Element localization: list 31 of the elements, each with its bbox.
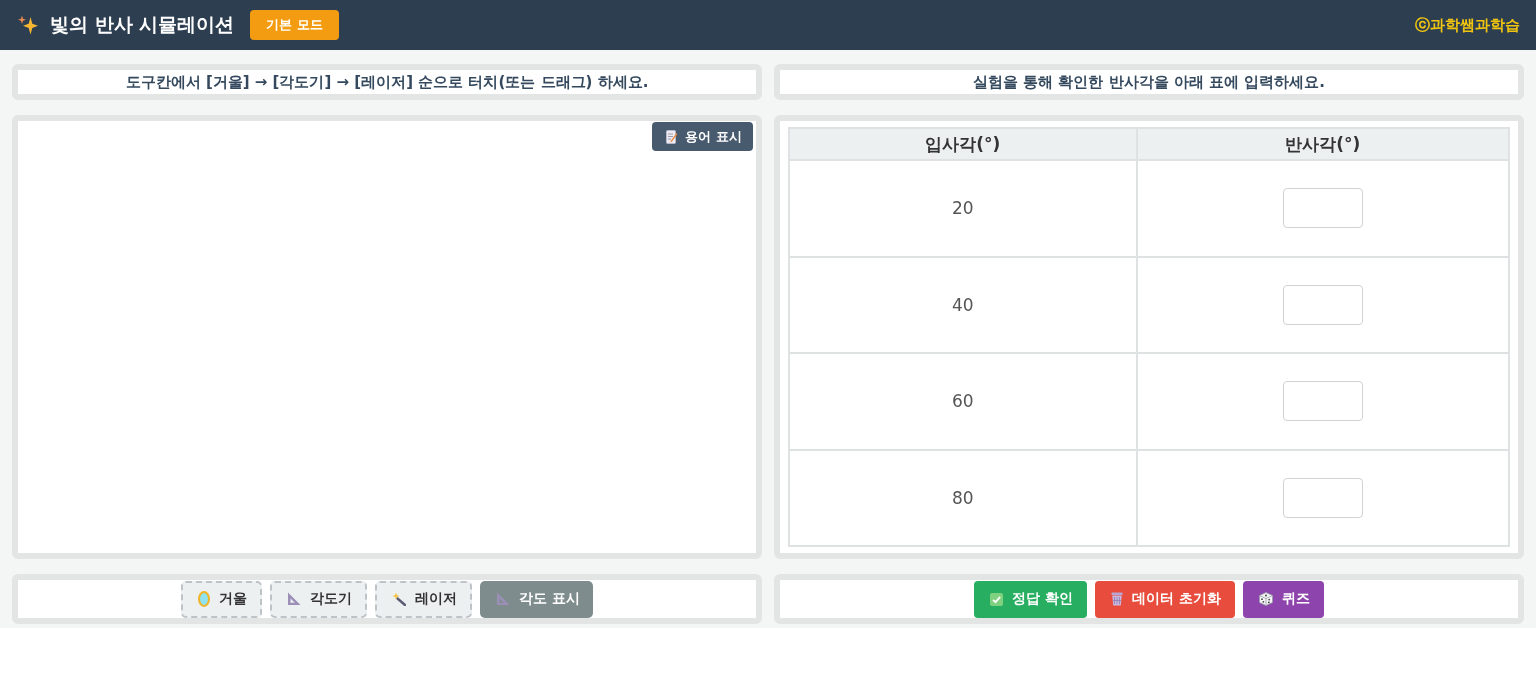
tool-button[interactable]: 각도기 bbox=[270, 580, 368, 618]
triangle-ruler-icon bbox=[287, 592, 302, 606]
action-button[interactable]: 퀴즈 bbox=[1242, 580, 1324, 618]
trash-icon bbox=[1111, 592, 1123, 606]
notepad-icon bbox=[666, 129, 679, 144]
answer-box[interactable] bbox=[1282, 381, 1363, 422]
action-button[interactable]: 데이터 초기화 bbox=[1095, 580, 1235, 618]
mirror-icon bbox=[198, 591, 211, 607]
table-cell: 40 bbox=[789, 256, 1137, 353]
table-cell: 60 bbox=[789, 353, 1137, 450]
triangle-ruler-icon bbox=[496, 592, 511, 606]
tool-button[interactable]: 거울 bbox=[181, 580, 263, 618]
angle-toggle-button[interactable]: 각도 표시 bbox=[480, 580, 593, 618]
instruction-text: 실험을 통해 확인한 반사각을 아래 표에 입력하세요. bbox=[973, 72, 1325, 92]
answer-box[interactable] bbox=[1282, 477, 1363, 518]
instruction-text: 도구칸에서 [거울] → [각도기] → [레이저] 순으로 터치(또는 드래그) 하세요. bbox=[125, 72, 649, 92]
wand-icon bbox=[392, 592, 407, 606]
table-cell: 20 bbox=[789, 160, 1137, 257]
tool-button[interactable]: 레이저 bbox=[375, 580, 473, 618]
sparkle-icon bbox=[18, 15, 38, 35]
dice-icon bbox=[1258, 592, 1273, 606]
column-header: 입사각(°) bbox=[789, 128, 1137, 160]
table-cell: 80 bbox=[789, 449, 1137, 546]
check-icon bbox=[990, 592, 1004, 606]
answer-box[interactable] bbox=[1282, 188, 1363, 229]
term-toggle-button[interactable]: 용어 표시 bbox=[652, 122, 753, 151]
copyright-credit: ⓒ과학쌤과학습 bbox=[1415, 15, 1520, 35]
answer-box[interactable] bbox=[1282, 284, 1363, 325]
simulation-canvas[interactable] bbox=[12, 115, 762, 559]
app-title: 빛의 반사 시뮬레이션 bbox=[50, 12, 235, 37]
column-header: 반사각(°) bbox=[1136, 128, 1509, 160]
